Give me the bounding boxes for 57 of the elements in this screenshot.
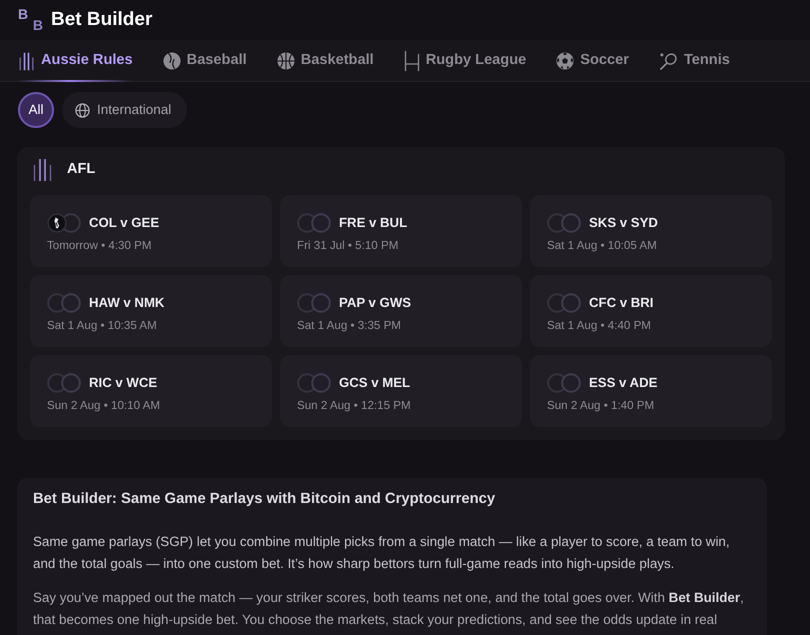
- team-logos-icon: [547, 213, 581, 233]
- match-teams: ESS v ADE: [589, 374, 658, 392]
- team-logos-icon: [47, 293, 81, 313]
- match-time: Sun 2 Aug • 1:40 PM: [547, 398, 656, 414]
- match-time: Sat 1 Aug • 10:35 AM: [47, 318, 158, 334]
- goalposts-icon: [32, 158, 53, 182]
- bet-builder-logo: B B: [18, 8, 43, 32]
- match-card[interactable]: RIC v WCE Sun 2 Aug • 10:10 AM: [30, 355, 272, 427]
- team-logos-icon: [47, 373, 81, 393]
- sport-tab[interactable]: Rugby League: [404, 40, 526, 82]
- sport-tab[interactable]: Tennis: [658, 40, 730, 82]
- match-time: Sat 1 Aug • 4:40 PM: [547, 318, 652, 334]
- sport-tab[interactable]: Basketball: [276, 40, 374, 82]
- match-time: Sat 1 Aug • 3:35 PM: [297, 318, 402, 334]
- soccer-ball-icon: [556, 52, 574, 70]
- match-time: Fri 31 Jul • 5:10 PM: [297, 238, 400, 254]
- tennis-racket-icon: [658, 52, 678, 70]
- team-logos-icon: [297, 213, 331, 233]
- sport-tab[interactable]: Baseball: [162, 40, 247, 82]
- match-card[interactable]: ESS v ADE Sun 2 Aug • 1:40 PM: [530, 355, 772, 427]
- match-teams: COL v GEE: [89, 214, 160, 232]
- match-teams: RIC v WCE: [89, 374, 158, 392]
- match-teams: GCS v MEL: [339, 374, 410, 392]
- match-teams: CFC v BRI: [589, 294, 654, 312]
- team-logos-icon: [547, 373, 581, 393]
- match-card[interactable]: COL v GEE Tomorrow • 4:30 PM: [30, 195, 272, 267]
- match-teams: FRE v BUL: [339, 214, 408, 232]
- match-teams: PAP v GWS: [339, 294, 412, 312]
- match-time: Sat 1 Aug • 10:05 AM: [547, 238, 658, 254]
- basketball-icon: [276, 52, 295, 70]
- match-teams: HAW v NMK: [89, 294, 164, 312]
- team-logos-icon: [297, 293, 331, 313]
- match-card[interactable]: FRE v BUL Fri 31 Jul • 5:10 PM: [280, 195, 522, 267]
- match-card[interactable]: GCS v MEL Sun 2 Aug • 12:15 PM: [280, 355, 522, 427]
- match-card[interactable]: CFC v BRI Sat 1 Aug • 4:40 PM: [530, 275, 772, 347]
- page-title: Bet Builder: [51, 8, 152, 32]
- match-card[interactable]: SKS v SYD Sat 1 Aug • 10:05 AM: [530, 195, 772, 267]
- filter-chip[interactable]: All: [18, 92, 54, 128]
- baseball-icon: [162, 52, 181, 70]
- match-time: Tomorrow • 4:30 PM: [47, 238, 153, 254]
- info-heading: Bet Builder: Same Game Parlays with Bitcoin and Cryptocurrency: [33, 490, 496, 509]
- team-logos-icon: [547, 293, 581, 313]
- rugby-posts-icon: [404, 51, 420, 71]
- match-card[interactable]: HAW v NMK Sat 1 Aug • 10:35 AM: [30, 275, 272, 347]
- team-logos-icon: [47, 213, 81, 233]
- info-paragraph: Same game parlays (SGP) let you combine multiple picks from a single match — like a player to score, a team to win, and the total goals — into one custom bet. It’s how sharp bettors turn full-game reads into high-upside plays.: [33, 533, 731, 573]
- goalposts-icon: [18, 52, 35, 70]
- info-paragraph: Say you’ve mapped out the match — your striker scores, both teams net one, and the total goes over. With Bet Builder, that becomes one high-upside bet. You choose the markets, stack your predictions, and see the odds update in real: [33, 589, 745, 629]
- match-teams: SKS v SYD: [589, 214, 658, 232]
- filter-chip[interactable]: International: [62, 92, 188, 128]
- team-logos-icon: [297, 373, 331, 393]
- globe-icon: [75, 102, 90, 118]
- match-time: Sun 2 Aug • 12:15 PM: [297, 398, 412, 414]
- sport-tab[interactable]: Soccer: [556, 40, 629, 82]
- match-time: Sun 2 Aug • 10:10 AM: [47, 398, 161, 414]
- competition-title: AFL: [67, 160, 96, 180]
- match-card[interactable]: PAP v GWS Sat 1 Aug • 3:35 PM: [280, 275, 522, 347]
